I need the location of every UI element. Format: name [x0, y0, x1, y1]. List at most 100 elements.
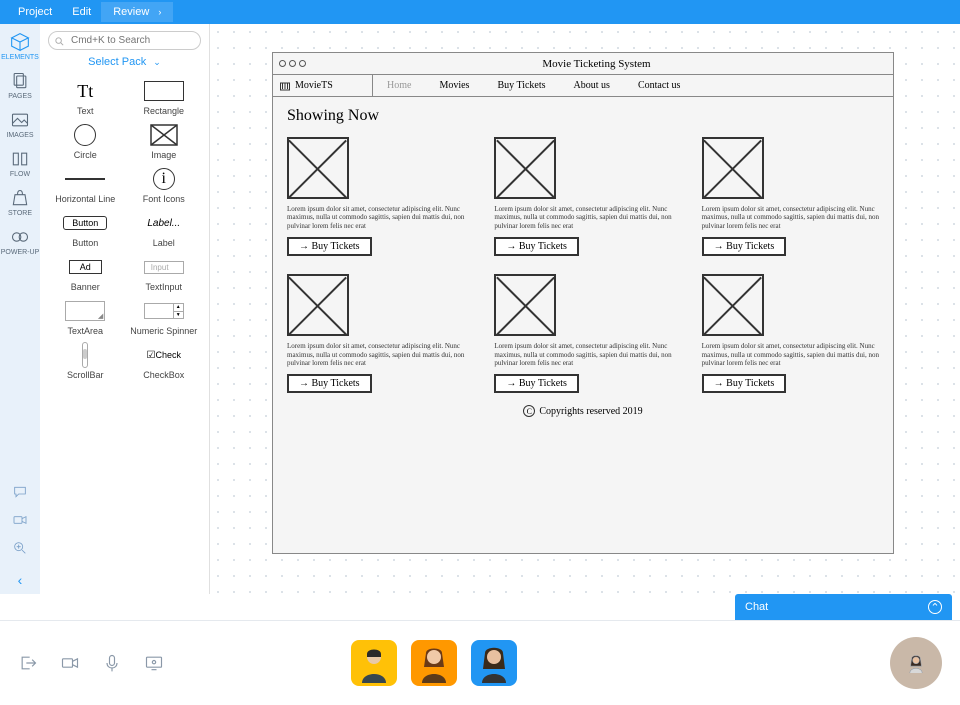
buy-tickets-button[interactable]: → Buy Tickets — [494, 237, 579, 256]
element-button[interactable]: Button Button — [48, 210, 123, 248]
chat-label: Chat — [745, 601, 768, 613]
movie-card: Lorem ipsum dolor sit amet, consectetur … — [287, 274, 464, 393]
element-fonticons[interactable]: i Font Icons — [127, 166, 202, 204]
card-desc: Lorem ipsum dolor sit amet, consectetur … — [287, 342, 464, 367]
screen-share-icon[interactable] — [144, 653, 164, 673]
placeholder-image-icon — [287, 274, 349, 336]
search-container — [48, 30, 201, 50]
element-caption: Rectangle — [143, 106, 184, 116]
buy-tickets-button[interactable]: → Buy Tickets — [702, 374, 787, 393]
buy-tickets-button[interactable]: → Buy Tickets — [287, 374, 372, 393]
select-pack-dropdown[interactable]: Select Pack ⌄ — [48, 56, 201, 68]
placeholder-image-icon — [702, 274, 764, 336]
card-desc: Lorem ipsum dolor sit amet, consectetur … — [494, 342, 671, 367]
tool-powerup[interactable]: POWER-UP — [0, 227, 40, 256]
movie-card: Lorem ipsum dolor sit amet, consectetur … — [702, 274, 879, 393]
collapse-icon[interactable]: ‹ — [18, 572, 23, 588]
element-caption: Text — [77, 106, 94, 116]
video-icon[interactable] — [12, 512, 28, 528]
element-caption: CheckBox — [143, 370, 184, 380]
mockup-heading: Showing Now — [287, 107, 879, 125]
self-avatar[interactable] — [890, 637, 942, 689]
card-desc: Lorem ipsum dolor sit amet, consectetur … — [287, 205, 464, 230]
tool-store[interactable]: STORE — [0, 188, 40, 217]
menu-project[interactable]: Project — [8, 6, 62, 18]
avatar[interactable] — [471, 640, 517, 686]
avatar[interactable] — [411, 640, 457, 686]
menu-review-label: Review — [113, 6, 149, 18]
element-label[interactable]: Label... Label — [127, 210, 202, 248]
elements-grid: Tt Text Rectangle Circle Image Horizonta — [48, 78, 201, 380]
tool-label: STORE — [8, 210, 32, 217]
nav-contact[interactable]: Contact us — [624, 80, 695, 91]
element-scrollbar[interactable]: ScrollBar — [48, 342, 123, 380]
nav-home[interactable]: Home — [373, 80, 425, 91]
tool-pages[interactable]: PAGES — [0, 71, 40, 100]
mockup-titlebar: Movie Ticketing System — [273, 53, 893, 75]
element-circle[interactable]: Circle — [48, 122, 123, 160]
element-text[interactable]: Tt Text — [48, 78, 123, 116]
zoom-icon[interactable] — [12, 540, 28, 556]
call-controls — [18, 653, 164, 673]
element-caption: Banner — [71, 282, 100, 292]
menu-review[interactable]: Review › — [101, 2, 173, 22]
mic-icon[interactable] — [102, 653, 122, 673]
chat-bubble-icon[interactable] — [12, 484, 28, 500]
element-caption: TextArea — [67, 326, 103, 336]
nav-about[interactable]: About us — [560, 80, 624, 91]
select-pack-label: Select Pack — [88, 56, 146, 68]
mockup-navbar: MovieTS Home Movies Buy Tickets About us… — [273, 75, 893, 97]
copyright-icon: C — [523, 405, 535, 417]
search-input[interactable] — [48, 31, 201, 50]
main-area: ELEMENTS PAGES IMAGES FLOW STORE POWER-U… — [0, 24, 960, 594]
design-canvas[interactable]: Movie Ticketing System MovieTS Home Movi… — [210, 24, 960, 594]
placeholder-image-icon — [494, 274, 556, 336]
buy-tickets-button[interactable]: → Buy Tickets — [287, 237, 372, 256]
buy-tickets-button[interactable]: → Buy Tickets — [494, 374, 579, 393]
chat-bar[interactable]: Chat ⌃ — [735, 594, 952, 620]
call-bar — [0, 620, 960, 705]
tool-label: POWER-UP — [1, 249, 40, 256]
mockup-body: Showing Now Lorem ipsum dolor sit amet, … — [273, 97, 893, 427]
menu-edit[interactable]: Edit — [62, 6, 101, 18]
tool-label: IMAGES — [6, 132, 33, 139]
element-caption: Font Icons — [143, 194, 185, 204]
movie-card: Lorem ipsum dolor sit amet, consectetur … — [702, 137, 879, 256]
nav-movies[interactable]: Movies — [425, 80, 483, 91]
element-textarea[interactable]: ◢ TextArea — [48, 298, 123, 336]
element-image[interactable]: Image — [127, 122, 202, 160]
element-checkbox[interactable]: ☑ Check CheckBox — [127, 342, 202, 380]
tool-elements[interactable]: ELEMENTS — [0, 32, 40, 61]
movie-card: Lorem ipsum dolor sit amet, consectetur … — [287, 137, 464, 256]
nav-buy[interactable]: Buy Tickets — [483, 80, 559, 91]
brand-text: MovieTS — [295, 80, 333, 91]
mockup-title: Movie Ticketing System — [306, 58, 887, 70]
tool-label: FLOW — [10, 171, 30, 178]
left-icon-strip: ELEMENTS PAGES IMAGES FLOW STORE POWER-U… — [0, 24, 40, 594]
element-caption: Image — [151, 150, 176, 160]
window-controls-icon — [279, 60, 306, 67]
camera-icon[interactable] — [60, 653, 80, 673]
element-banner[interactable]: Ad Banner — [48, 254, 123, 292]
tool-flow[interactable]: FLOW — [0, 149, 40, 178]
movie-card: Lorem ipsum dolor sit amet, consectetur … — [494, 274, 671, 393]
elements-panel: Select Pack ⌄ Tt Text Rectangle Circle I — [40, 24, 210, 594]
buy-tickets-button[interactable]: → Buy Tickets — [702, 237, 787, 256]
leave-icon[interactable] — [18, 653, 38, 673]
chevron-right-icon: › — [158, 7, 161, 17]
tool-images[interactable]: IMAGES — [0, 110, 40, 139]
element-caption: Button — [72, 238, 98, 248]
avatar[interactable] — [351, 640, 397, 686]
footer-text: Copyrights reserved 2019 — [539, 406, 642, 417]
element-rectangle[interactable]: Rectangle — [127, 78, 202, 116]
participant-avatars — [351, 640, 517, 686]
element-textinput[interactable]: Input TextInput — [127, 254, 202, 292]
placeholder-image-icon — [287, 137, 349, 199]
menu-bar: Project Edit Review › — [0, 0, 960, 24]
placeholder-image-icon — [702, 137, 764, 199]
element-hline[interactable]: Horizontal Line — [48, 166, 123, 204]
element-spinner[interactable]: ▲▼ Numeric Spinner — [127, 298, 202, 336]
element-caption: ScrollBar — [67, 370, 104, 380]
card-desc: Lorem ipsum dolor sit amet, consectetur … — [702, 342, 879, 367]
mockup-window[interactable]: Movie Ticketing System MovieTS Home Movi… — [272, 52, 894, 554]
